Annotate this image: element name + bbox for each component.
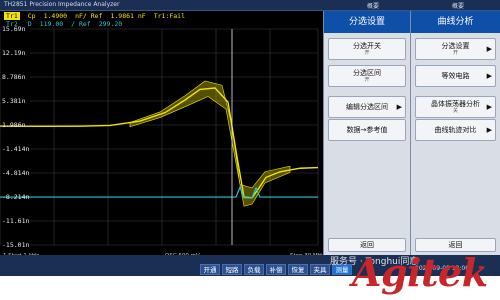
crystal-analysis-button[interactable]: 晶体振荡器分析 关 ▶ — [415, 96, 496, 118]
curve-analysis-panel: 曲线分析 分选设置 开 ▶ 等效电路 ▶ 晶体振荡器分析 关 ▶ 曲线轨迹对比 … — [410, 11, 500, 255]
trace-chart[interactable] — [0, 11, 323, 255]
trace-1-value: 1.4900 — [43, 12, 68, 20]
y-tick-label: 8.786n — [2, 73, 26, 81]
y-tick-label: -8.214n — [2, 193, 30, 201]
panel-title: 曲线分析 — [411, 11, 500, 33]
submenu-arrow-icon: ▶ — [486, 103, 492, 111]
trace-1-readout[interactable]: Tr1 Cp 1.4900 nF/ Ref 1.9861 nF Tr1:Fail — [4, 12, 193, 20]
y-tick-label: 12.19n — [2, 49, 26, 57]
trace-1-unit: nF/ Ref — [75, 12, 103, 20]
trace-2-ref: 299.20 — [98, 20, 123, 28]
measurement-plot[interactable]: Tr1 Cp 1.4900 nF/ Ref 1.9861 nF Tr1:Fail Tr2 D… — [0, 11, 325, 259]
panel-title: 分选设置 — [324, 11, 410, 33]
y-tick-label: 15.69n — [2, 25, 26, 33]
overview-label-left[interactable]: 概要 — [367, 1, 379, 10]
sort-settings-panel: 分选设置 分选开关 开 分选区间 开 编辑分选区间 ▶ 数据→参考值 返回 — [323, 11, 410, 255]
data-to-reference-button[interactable]: 数据→参考值 — [328, 119, 406, 141]
app-title: TH2851 Precision Impedance Analyzer — [4, 1, 120, 8]
curve-trace-compare-button[interactable]: 曲线轨迹对比 ▶ — [415, 119, 496, 141]
y-tick-label: 1.986n — [2, 121, 26, 129]
function-tab[interactable]: 补偿 — [266, 264, 286, 275]
function-tab[interactable]: 夹具 — [310, 264, 330, 275]
overview-label-right[interactable]: 概要 — [452, 1, 464, 10]
sort-range-button[interactable]: 分选区间 开 — [328, 65, 406, 87]
sort-settings-button[interactable]: 分选设置 开 ▶ — [415, 38, 496, 60]
y-tick-label: -15.01n — [2, 241, 30, 249]
submenu-arrow-icon: ▶ — [486, 45, 492, 53]
function-tab[interactable]: 恢复 — [288, 264, 308, 275]
trace-1-status: Tr1:Fail — [153, 12, 186, 20]
trace-2-value: 119.00 — [39, 20, 64, 28]
title-bar: TH2851 Precision Impedance Analyzer 概要 概… — [0, 0, 500, 11]
y-tick-label: -1.414n — [2, 145, 30, 153]
submenu-arrow-icon: ▶ — [396, 103, 402, 111]
y-tick-label: -11.61n — [2, 217, 30, 225]
y-tick-label: 5.381n — [2, 97, 26, 105]
trace-2-param: D — [27, 20, 32, 28]
submenu-arrow-icon: ▶ — [486, 72, 492, 80]
trace-1-ref: 1.9861 nF — [110, 12, 146, 20]
equivalent-circuit-button[interactable]: 等效电路 ▶ — [415, 65, 496, 87]
y-tick-label: -4.814n — [2, 169, 30, 177]
scatter-band — [129, 80, 291, 207]
sort-switch-button[interactable]: 分选开关 开 — [328, 38, 406, 60]
edit-sort-range-button[interactable]: 编辑分选区间 ▶ — [328, 96, 406, 118]
agitek-logo: Agitek — [352, 250, 488, 295]
trace-1-param: Cp — [27, 12, 36, 20]
function-tab[interactable]: 短路 — [222, 264, 242, 275]
grid — [0, 28, 319, 246]
trace-1-tag[interactable]: Tr1 — [4, 12, 20, 20]
function-tab[interactable]: 开通 — [200, 264, 220, 275]
submenu-arrow-icon: ▶ — [486, 126, 492, 134]
function-tab[interactable]: 负载 — [244, 264, 264, 275]
trace-2-unit: / Ref — [71, 20, 91, 28]
